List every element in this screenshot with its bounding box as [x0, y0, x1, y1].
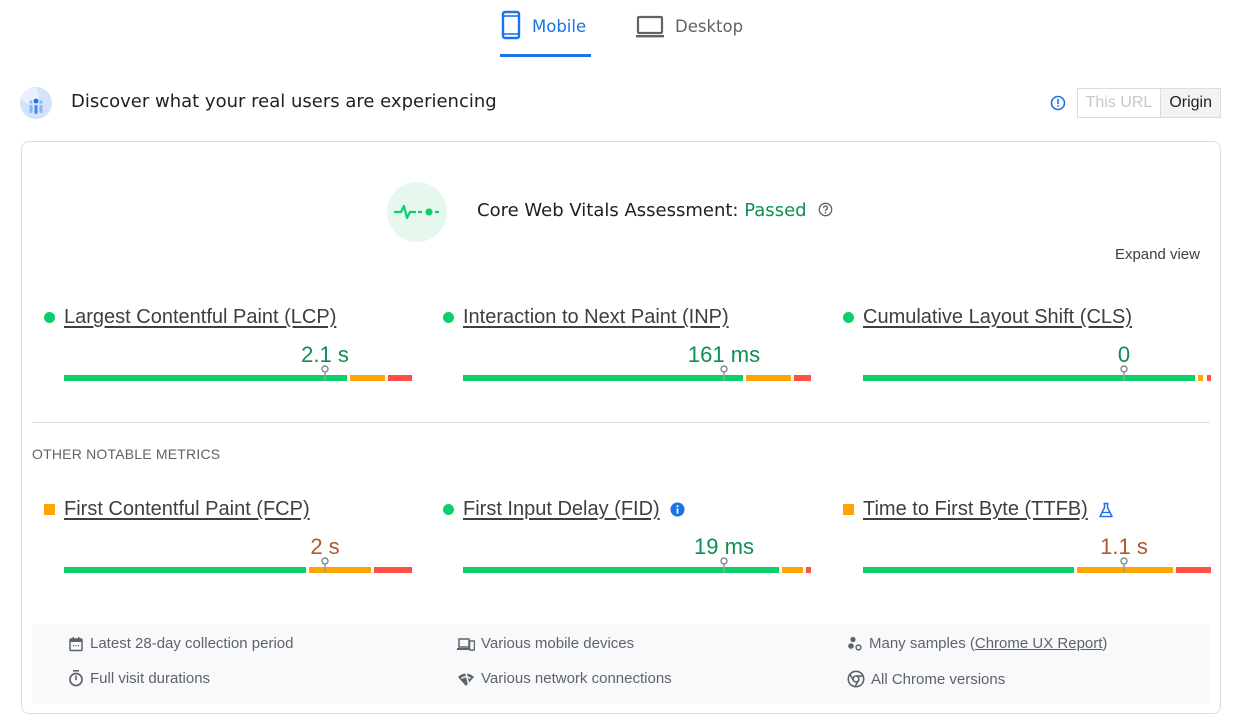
- good-circle-icon: [44, 312, 55, 323]
- footer-item-collection-period: Latest 28-day collection period: [68, 635, 293, 652]
- footer-text: Various mobile devices: [481, 635, 635, 652]
- crux-title: Discover what your real users are experi…: [71, 91, 497, 112]
- tab-mobile[interactable]: Mobile: [500, 10, 591, 57]
- data-collection-footer: Latest 28-day collection period Various …: [32, 624, 1210, 704]
- metric-header: Largest Contentful Paint (LCP): [44, 306, 336, 329]
- footer-text: Many samples (Chrome UX Report): [869, 635, 1108, 652]
- needs-improvement-segment: [1198, 375, 1204, 381]
- p75-marker-icon: [720, 365, 728, 381]
- poor-segment: [1176, 567, 1211, 573]
- distribution-bar: [463, 557, 811, 573]
- crux-logo-icon: [20, 87, 52, 119]
- metric-fid: First Input Delay (FID) 19 ms: [443, 498, 811, 588]
- flask-icon[interactable]: [1098, 502, 1114, 518]
- metric-name-link[interactable]: First Input Delay (FID): [463, 498, 660, 521]
- metric-header: First Contentful Paint (FCP): [44, 498, 310, 521]
- distribution-bar: [463, 365, 811, 381]
- poor-segment: [374, 567, 412, 573]
- good-segment: [64, 375, 348, 381]
- metric-name-link[interactable]: First Contentful Paint (FCP): [64, 498, 310, 521]
- p75-marker-icon: [1120, 557, 1128, 573]
- footer-item-chrome-versions: All Chrome versions: [847, 670, 1005, 688]
- good-segment: [463, 567, 780, 573]
- smartphone-icon: [500, 10, 522, 40]
- distribution-bar: [863, 365, 1211, 381]
- metric-header: First Input Delay (FID): [443, 498, 685, 521]
- footer-text: All Chrome versions: [871, 670, 1006, 688]
- section-divider: [32, 422, 1210, 423]
- footer-item-samples: Many samples (Chrome UX Report): [847, 635, 1107, 652]
- metric-name-link[interactable]: Interaction to Next Paint (INP): [463, 306, 729, 329]
- calendar-icon: [68, 636, 84, 652]
- toggle-origin[interactable]: Origin: [1161, 89, 1220, 117]
- expand-view-button[interactable]: Expand view: [1115, 246, 1200, 263]
- stopwatch-icon: [68, 670, 84, 687]
- metric-lcp: Largest Contentful Paint (LCP) 2.1 s: [44, 306, 412, 396]
- assessment-text: Core Web Vitals Assessment: Passed: [477, 200, 833, 222]
- needs-improvement-segment: [350, 375, 385, 381]
- tab-mobile-label: Mobile: [532, 17, 587, 36]
- chrome-icon: [847, 670, 865, 688]
- network-icon: [457, 671, 475, 687]
- average-square-icon: [44, 504, 55, 515]
- good-circle-icon: [443, 504, 454, 515]
- good-segment: [863, 567, 1074, 573]
- p75-marker-icon: [321, 557, 329, 573]
- field-data-card: Core Web Vitals Assessment: Passed Expan…: [21, 141, 1221, 714]
- metric-ttfb: Time to First Byte (TTFB) 1.1 s: [843, 498, 1211, 588]
- metric-inp: Interaction to Next Paint (INP) 161 ms: [443, 306, 811, 396]
- assessment-label: Core Web Vitals Assessment:: [477, 200, 739, 221]
- distribution-bar: [863, 557, 1211, 573]
- metric-fcp: First Contentful Paint (FCP) 2 s: [44, 498, 412, 588]
- assessment-status: Passed: [744, 200, 807, 221]
- good-circle-icon: [443, 312, 454, 323]
- metric-name-link[interactable]: Largest Contentful Paint (LCP): [64, 306, 336, 329]
- needs-improvement-segment: [308, 567, 371, 573]
- pulse-icon: [387, 182, 447, 242]
- p75-marker-icon: [321, 365, 329, 381]
- help-icon[interactable]: [818, 201, 833, 222]
- samples-icon: [847, 636, 863, 652]
- toggle-this-url[interactable]: This URL: [1077, 89, 1162, 117]
- laptop-icon: [635, 10, 665, 40]
- chrome-ux-report-link[interactable]: Chrome UX Report: [975, 635, 1103, 652]
- tab-desktop[interactable]: Desktop: [635, 10, 743, 57]
- p75-marker-icon: [1120, 365, 1128, 381]
- p75-marker-icon: [720, 557, 728, 573]
- url-origin-toggle: This URL Origin: [1076, 88, 1221, 118]
- distribution-bar: [64, 557, 412, 573]
- poor-segment: [1206, 375, 1211, 381]
- crux-header: Discover what your real users are experi…: [20, 86, 1223, 120]
- other-metrics-heading: OTHER NOTABLE METRICS: [32, 446, 221, 462]
- info-icon[interactable]: [670, 502, 685, 517]
- metric-name-link[interactable]: Time to First Byte (TTFB): [863, 498, 1088, 521]
- metric-header: Time to First Byte (TTFB): [843, 498, 1114, 521]
- devices-icon: [457, 636, 475, 652]
- needs-improvement-segment: [745, 375, 791, 381]
- good-segment: [64, 567, 306, 573]
- device-tabs: Mobile Desktop: [0, 0, 1243, 58]
- poor-segment: [805, 567, 811, 573]
- metric-name-link[interactable]: Cumulative Layout Shift (CLS): [863, 306, 1132, 329]
- distribution-bar: [64, 365, 412, 381]
- metric-header: Interaction to Next Paint (INP): [443, 306, 729, 329]
- good-circle-icon: [843, 312, 854, 323]
- poor-segment: [793, 375, 811, 381]
- footer-item-visit-durations: Full visit durations: [68, 670, 210, 687]
- metric-cls: Cumulative Layout Shift (CLS) 0: [843, 306, 1211, 396]
- average-square-icon: [843, 504, 854, 515]
- poor-segment: [387, 375, 412, 381]
- footer-text: Latest 28-day collection period: [90, 635, 294, 652]
- metric-header: Cumulative Layout Shift (CLS): [843, 306, 1132, 329]
- alert-info-icon[interactable]: [1050, 95, 1066, 116]
- footer-text: Full visit durations: [90, 670, 211, 687]
- footer-item-devices: Various mobile devices: [457, 635, 634, 652]
- needs-improvement-segment: [782, 567, 803, 573]
- good-segment: [463, 375, 743, 381]
- footer-text: Various network connections: [481, 670, 672, 687]
- tab-desktop-label: Desktop: [675, 17, 744, 36]
- footer-item-network: Various network connections: [457, 670, 672, 687]
- good-segment: [863, 375, 1196, 381]
- cwv-assessment: Core Web Vitals Assessment: Passed: [387, 182, 867, 242]
